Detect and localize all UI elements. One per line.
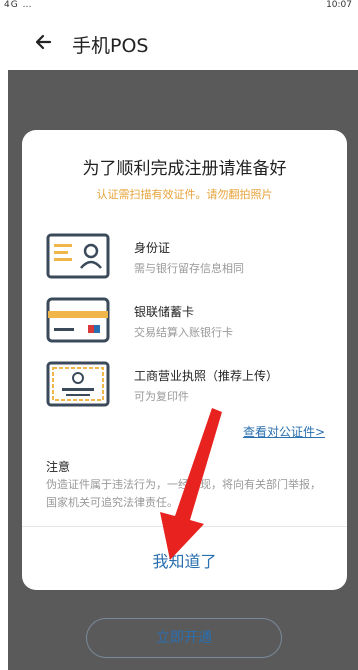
arrow-left-icon [35, 34, 52, 50]
item-desc-business-license: 可为复印件 [134, 390, 189, 403]
app-bar: 手机POS [0, 18, 358, 66]
back-button[interactable] [30, 28, 58, 56]
item-desc-id-card: 需与银行留存信息相同 [134, 262, 244, 275]
dialog-subtitle: 认证需扫描有效证件。请勿翻拍照片 [96, 188, 273, 201]
id-card-icon [46, 232, 110, 280]
divider [22, 526, 347, 527]
item-title-business-license: 工商营业执照（推荐上传） [134, 369, 279, 383]
item-title-id-card: 身份证 [134, 241, 171, 255]
note-text: 伪造证件属于违法行为，一经发现，将向有关部门举报，国家机关可追究法律责任。 [46, 478, 321, 509]
business-license-icon [46, 360, 110, 408]
page-title: 手机POS [72, 35, 149, 57]
item-desc-bank-card: 交易结算入账银行卡 [134, 326, 233, 339]
view-corporate-documents-link[interactable]: 查看对公证件> [243, 423, 325, 440]
activate-button[interactable]: 立即开通 [86, 618, 282, 658]
dialog-title: 为了顺利完成注册请准备好 [82, 159, 287, 179]
bank-card-icon [46, 296, 110, 344]
item-title-bank-card: 银联储蓄卡 [134, 305, 195, 319]
confirm-button[interactable]: 我知道了 [22, 548, 347, 572]
status-left: 4G … [4, 0, 33, 10]
status-bar: 4G … 10:07 [0, 0, 358, 12]
note-title: 注意 [46, 460, 71, 474]
status-time: 10:07 [326, 0, 352, 10]
prepare-documents-dialog: 为了顺利完成注册请准备好 认证需扫描有效证件。请勿翻拍照片 身份证 需与银行留存… [22, 130, 347, 590]
